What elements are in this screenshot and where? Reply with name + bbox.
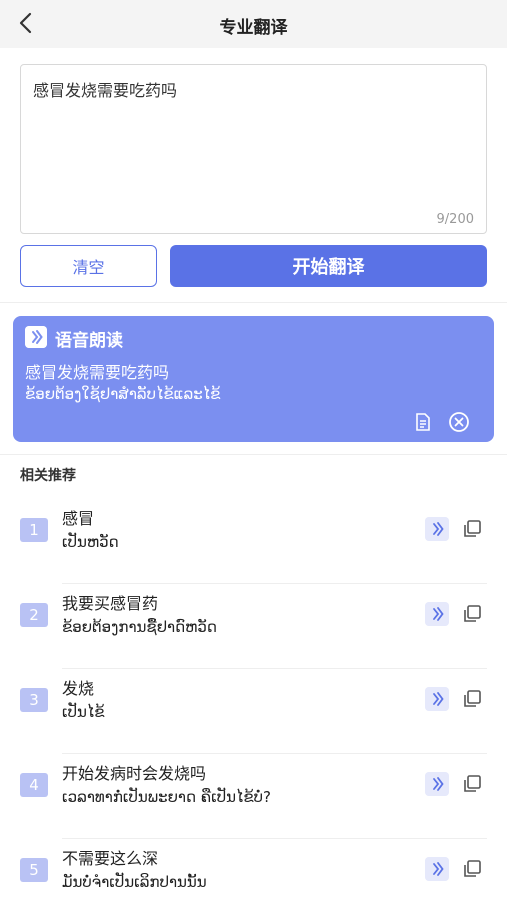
result-source-text: 感冒发烧需要吃药吗 <box>25 363 170 382</box>
item-lao-text: ເປັນໄຂ້ <box>62 703 105 721</box>
char-counter: 9/200 <box>436 212 474 227</box>
item-lao-text: ເວລາທາກໍ່ເປັນພະຍາດ ຄືເປັນໄຂ້ບໍ່? <box>62 788 271 806</box>
recommend-title: 相关推荐 <box>20 468 76 484</box>
item-lao-text: ມັນບໍ່ຈໍາເປັນເລິກປານນັ້ນ <box>62 873 207 891</box>
copy-icon[interactable] <box>460 772 484 796</box>
list-item[interactable]: 3 发烧 ເປັນໄຂ້ <box>0 669 507 754</box>
divider <box>0 454 507 455</box>
speaker-icon[interactable] <box>25 326 47 348</box>
translation-result-card: 语音朗读 感冒发烧需要吃药吗 ຂ້ອຍຕ້ອງໃຊ້ຢາສໍາລັບໄຂ້ແລະ… <box>13 316 494 442</box>
list-item[interactable]: 4 开始发病时会发烧吗 ເວລາທາກໍ່ເປັນພະຍາດ ຄືເປັນໄຂ້… <box>0 754 507 839</box>
item-lao-text: ຂ້ອຍຕ້ອງການຊື້ຢາດົຫວັດ <box>62 618 217 636</box>
copy-icon[interactable] <box>460 857 484 881</box>
copy-icon[interactable] <box>460 687 484 711</box>
page-title: 专业翻译 <box>219 18 288 38</box>
speaker-icon[interactable] <box>425 602 449 626</box>
clear-button[interactable]: 清空 <box>20 245 157 287</box>
item-chinese-text: 发烧 <box>62 679 95 698</box>
item-number-badge: 4 <box>20 773 48 797</box>
source-text-input[interactable]: 感冒发烧需要吃药吗 9/200 <box>20 64 487 234</box>
divider <box>0 302 507 303</box>
card-title: 语音朗读 <box>55 331 123 351</box>
speaker-icon[interactable] <box>425 772 449 796</box>
item-chinese-text: 开始发病时会发烧吗 <box>62 764 207 783</box>
document-icon[interactable] <box>413 412 433 432</box>
item-number-badge: 1 <box>20 518 48 542</box>
item-chinese-text: 不需要这么深 <box>62 849 159 868</box>
item-number-badge: 3 <box>20 688 48 712</box>
speaker-icon[interactable] <box>425 517 449 541</box>
list-item[interactable]: 2 我要买感冒药 ຂ້ອຍຕ້ອງການຊື້ຢາດົຫວັດ <box>0 584 507 669</box>
top-bar: 专业翻译 <box>0 0 507 48</box>
item-number-badge: 2 <box>20 603 48 627</box>
item-number-badge: 5 <box>20 858 48 882</box>
result-translation-text: ຂ້ອຍຕ້ອງໃຊ້ຢາສໍາລັບໄຂ້ແລະໄຂ້ <box>25 385 221 403</box>
speaker-icon[interactable] <box>425 687 449 711</box>
list-item[interactable]: 1 感冒 ເປັນຫວັດ <box>0 499 507 584</box>
start-translate-button[interactable]: 开始翻译 <box>170 245 487 287</box>
close-circle-icon[interactable] <box>447 410 471 434</box>
list-item[interactable]: 5 不需要这么深 ມັນບໍ່ຈໍາເປັນເລິກປານນັ້ນ <box>0 839 507 900</box>
item-chinese-text: 感冒 <box>62 509 95 528</box>
source-text-value[interactable]: 感冒发烧需要吃药吗 <box>33 77 474 101</box>
copy-icon[interactable] <box>460 602 484 626</box>
copy-icon[interactable] <box>460 517 484 541</box>
item-chinese-text: 我要买感冒药 <box>62 594 159 613</box>
item-lao-text: ເປັນຫວັດ <box>62 533 119 551</box>
speaker-icon[interactable] <box>425 857 449 881</box>
